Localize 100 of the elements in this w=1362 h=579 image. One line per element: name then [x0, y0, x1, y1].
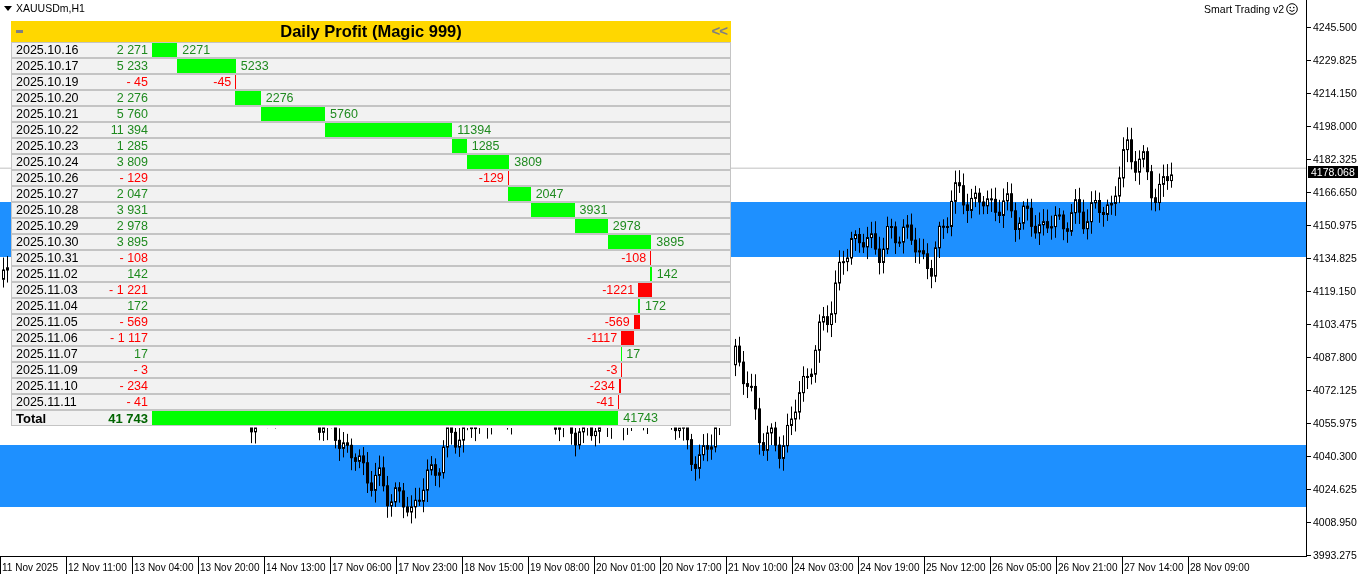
time-label: 13 Nov 20:00 [198, 557, 264, 574]
date-cell-text: 2025.11.04 [15, 299, 79, 313]
price-label: 4072.125 [1307, 384, 1362, 396]
date-cell-text: 2025.11.03 [15, 283, 79, 297]
time-label: 21 Nov 10:00 [726, 557, 792, 574]
date-cell-text: 2025.10.20 [15, 91, 80, 105]
time-label: 28 Nov 09:00 [1188, 557, 1254, 574]
time-label: 17 Nov 23:00 [396, 557, 462, 574]
profit-cell-text: - 3 [132, 363, 148, 377]
price-label: 4134.825 [1307, 252, 1362, 264]
bar-label: -1117 [587, 331, 618, 345]
date-cell-text: 2025.11.10 [15, 379, 79, 393]
profit-bar [621, 331, 634, 345]
profit-cell-text: - 1 117 [109, 331, 148, 345]
bar-label: -3 [606, 363, 618, 377]
price-label: 4182.325 [1307, 153, 1362, 165]
profit-bar [152, 43, 178, 57]
date-cell-text: 2025.10.27 [15, 187, 80, 201]
profit-bar [507, 171, 510, 185]
date-cell-text: 2025.10.16 [15, 43, 80, 57]
date-cell-text: 2025.10.29 [15, 219, 80, 233]
date-cell-text: 2025.10.21 [15, 107, 80, 121]
bar-label: 3809 [514, 155, 543, 169]
profit-bar [452, 139, 467, 153]
date-cell-text: 2025.11.11 [15, 395, 78, 409]
date-cell-text: 2025.10.22 [15, 123, 80, 137]
bar-label: 1285 [471, 139, 500, 153]
profit-bar [530, 203, 575, 217]
bar-label: -108 [621, 251, 647, 265]
profit-cell-text: 2 978 [115, 219, 148, 233]
bar-label: 3931 [579, 203, 608, 217]
profit-cell-text: 172 [126, 299, 148, 313]
profit-bar [574, 219, 608, 233]
time-label: 24 Nov 19:00 [858, 557, 924, 574]
profit-cell-text: 5 233 [115, 59, 148, 73]
total-label: Total [15, 410, 48, 426]
time-label: 17 Nov 06:00 [330, 557, 396, 574]
profit-bar [177, 59, 236, 73]
time-label: 13 Nov 04:00 [132, 557, 198, 574]
price-label: 4087.800 [1307, 351, 1362, 363]
time-label: 12 Nov 11:00 [66, 557, 132, 574]
time-label: 25 Nov 12:00 [924, 557, 990, 574]
profit-cell-text: 142 [126, 267, 148, 281]
profit-bar [260, 107, 326, 121]
profit-bar [607, 235, 652, 249]
date-cell-text: 2025.10.31 [15, 251, 80, 265]
time-label: 24 Nov 03:00 [792, 557, 858, 574]
profit-cell-text: - 129 [118, 171, 148, 185]
bar-label: 172 [645, 299, 666, 313]
profit-cell-text: 5 760 [115, 107, 148, 121]
profit-cell-text: 17 [133, 347, 148, 361]
bar-label: 11394 [457, 123, 492, 137]
bar-label: -41 [596, 395, 615, 409]
price-label: 4119.150 [1307, 285, 1362, 297]
time-label: 11 Nov 2025 [0, 557, 66, 574]
price-label: 4166.650 [1307, 186, 1362, 198]
profit-bar [235, 91, 261, 105]
profit-bar [633, 315, 640, 329]
bar-label: 5760 [330, 107, 358, 121]
price-label: 4150.975 [1307, 219, 1362, 231]
date-cell-text: 2025.10.23 [15, 139, 80, 153]
date-cell-text: 2025.11.06 [15, 331, 79, 345]
profit-bar [507, 187, 531, 201]
bar-label: 2276 [265, 91, 294, 105]
indicator-name: Smart Trading v2 [1204, 3, 1284, 15]
profit-cell-text: - 1 221 [108, 283, 148, 297]
date-cell-text: 2025.10.30 [15, 235, 80, 249]
collapse-link[interactable]: << [711, 22, 727, 39]
time-label: 20 Nov 01:00 [594, 557, 660, 574]
price-label: 4024.625 [1307, 483, 1362, 495]
profit-cell-text: 3 931 [115, 203, 148, 217]
profit-cell-text: 11 394 [109, 123, 148, 137]
bar-label: 2271 [182, 43, 211, 57]
date-cell-text: 2025.10.24 [15, 155, 80, 169]
date-cell-text: 2025.11.02 [15, 267, 79, 281]
date-cell-text: 2025.11.07 [15, 347, 79, 361]
date-cell-text: 2025.11.05 [15, 315, 79, 329]
profit-cell-text: - 234 [118, 379, 148, 393]
chart-symbol: XAUUSDm,H1 [16, 2, 85, 14]
price-label: 4040.300 [1307, 450, 1362, 462]
bar-label: 17 [626, 347, 641, 361]
bar-label: -569 [604, 315, 630, 329]
price-label: 4198.000 [1307, 120, 1362, 132]
profit-cell-text: - 108 [118, 251, 148, 265]
price-label: 4229.825 [1307, 54, 1362, 66]
date-cell-text: 2025.10.26 [15, 171, 80, 185]
time-label: 26 Nov 21:00 [1056, 557, 1122, 574]
panel-title: Daily Profit (Magic 999) [280, 22, 462, 41]
time-label: 26 Nov 05:00 [990, 557, 1056, 574]
profit-cell-text: 2 276 [115, 91, 148, 105]
price-label: 3993.275 [1307, 549, 1362, 561]
bar-label: -1221 [602, 283, 635, 297]
profit-cell-text: - 41 [125, 395, 148, 409]
dropdown-triangle-icon[interactable] [4, 5, 12, 11]
date-cell-text: 2025.10.28 [15, 203, 80, 217]
date-cell-text: 2025.11.09 [15, 363, 79, 377]
price-label: 4214.150 [1307, 87, 1362, 99]
profit-cell-text: - 45 [125, 75, 148, 89]
bar-label: 3895 [656, 235, 685, 249]
profit-cell-text: 1 285 [115, 139, 148, 153]
